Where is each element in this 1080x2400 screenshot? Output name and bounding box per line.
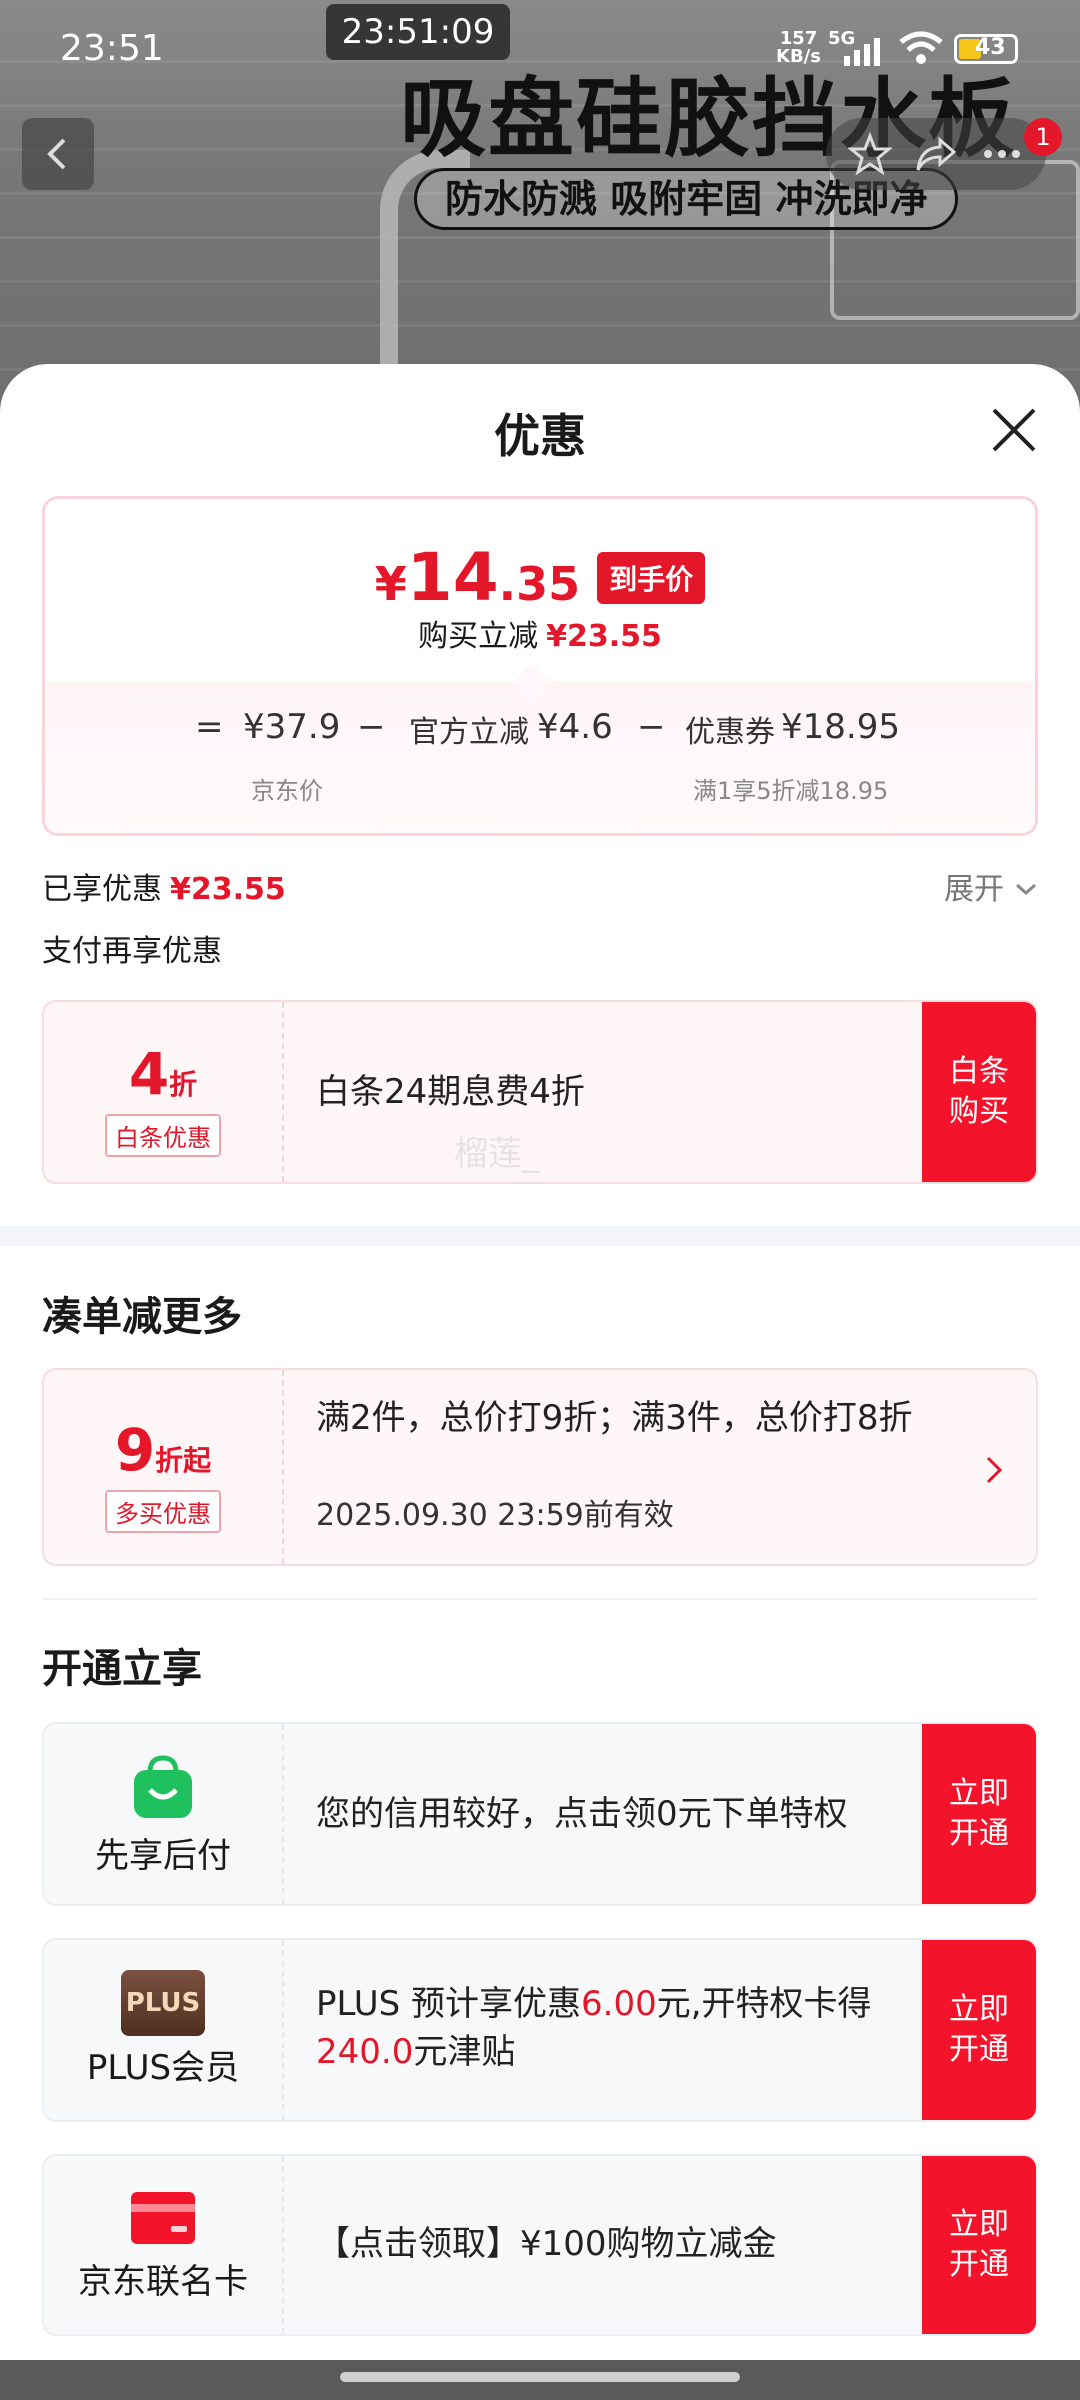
baitiao-discount-number: 4 [128,1040,170,1108]
pay-more-label: 支付再享优惠 [42,934,222,969]
bundle-discount: 9折起 [44,1416,282,1484]
pay-later-open-label: 立即开通 [949,1776,1009,1851]
battery-level: 43 [975,35,1006,60]
cobrand-desc: 【点击领取】¥100购物立减金 [316,2224,777,2264]
chevron-down-icon [1015,883,1036,896]
baitiao-desc: 白条24期息费4折 [316,1072,585,1112]
bundle-valid: 2025.09.30 23:59前有效 [316,1498,674,1533]
net-speed: 157 KB/s [776,30,821,66]
plus-desc-suffix: 元津贴 [413,2032,516,2072]
cobrand-open-label: 立即开通 [949,2207,1009,2282]
pay-later-label: 先享后付 [95,1836,231,1876]
plus-desc-highlight-2: 240.0 [316,2032,414,2072]
plus-icon: PLUS [121,1970,205,2036]
expand-button[interactable]: 展开 [944,864,1038,908]
home-indicator[interactable] [340,2372,740,2382]
coupon-note: 满1享5折减18.95 [693,777,889,805]
price-integer: 14 [406,539,499,616]
sheet-title: 优惠 [494,409,586,463]
shopping-bag-icon [134,1755,192,1818]
purchase-reduction: 购买立减 ¥23.55 [45,611,1035,655]
bundle-tag: 多买优惠 [105,1490,221,1533]
status-bar: 23:51 23:51:09 157 KB/s 5G 43 [0,0,1080,100]
pay-later-desc: 您的信用较好，点击领0元下单特权 [316,1794,848,1834]
credit-card-icon [131,2192,195,2244]
open-section-title: 开通立享 [42,1646,202,1692]
share-icon[interactable] [914,132,958,176]
star-icon[interactable] [848,132,892,176]
final-price: ¥14.35 [375,539,580,616]
plus-desc-highlight-1: 6.00 [581,1984,657,2024]
plus-desc: PLUS 预计享优惠6.00元,开特权卡得 240.0元津贴 [316,1980,916,2076]
official-reduction-label: 官方立减 [409,715,529,750]
baitiao-tag: 白条优惠 [105,1114,221,1157]
base-price-label: 京东价 [251,777,323,805]
expand-label: 展开 [944,872,1004,907]
reduction-value: ¥23.55 [546,619,662,654]
enjoyed-value: ¥23.55 [170,872,286,907]
minus-sign-1: − [357,707,386,747]
coupon-value: ¥18.95 [781,707,900,747]
bundle-desc: 满2件，总价打9折；满3件，总价打8折 [316,1398,913,1438]
equals-sign: = [195,707,224,747]
plus-desc-prefix: PLUS 预计享优惠 [316,1984,582,2024]
baitiao-card[interactable]: 4折 白条优惠 白条24期息费4折 白条购买 [42,1000,1038,1184]
close-icon[interactable] [988,404,1040,456]
cobrand-open-button[interactable]: 立即开通 [922,2156,1036,2334]
plus-open-label: 立即开通 [949,1992,1009,2067]
price-decimal: .35 [498,557,581,611]
currency-symbol: ¥ [374,557,407,611]
plus-open-button[interactable]: 立即开通 [922,1940,1036,2120]
reduction-label: 购买立减 [418,619,539,654]
top-action-group [826,118,1046,190]
more-icon[interactable] [980,132,1024,176]
final-price-tag: 到手价 [597,551,706,604]
price-breakdown-area [45,681,1035,833]
bundle-discount-unit: 折起 [155,1444,212,1477]
pay-later-card[interactable]: 先享后付 您的信用较好，点击领0元下单特权 立即开通 [42,1722,1038,1906]
official-reduction-value: ¥4.6 [537,707,613,747]
bundle-discount-number: 9 [114,1416,156,1484]
discount-sheet: 优惠 ¥14.35 到手价 购买立减 ¥23.55 = ¥37.9 京东价 − 官… [0,364,1080,2364]
back-button[interactable] [22,118,94,190]
bundle-badge: 9折起 多买优惠 [44,1370,284,1564]
section-divider-thin [42,1598,1038,1600]
status-time: 23:51 [60,28,164,69]
final-price-row: ¥14.35 到手价 [45,539,1035,616]
bundle-section-title: 凑单减更多 [42,1294,242,1340]
cobrand-label: 京东联名卡 [78,2262,248,2302]
baitiao-buy-label: 白条购买 [949,1054,1009,1129]
section-divider [0,1226,1080,1246]
cobrand-badge: 京东联名卡 [44,2156,284,2334]
baitiao-buy-button[interactable]: 白条购买 [922,1002,1036,1182]
enjoyed-label: 已享优惠 [42,872,162,907]
plus-label: PLUS会员 [86,2048,240,2088]
baitiao-badge: 4折 白条优惠 [44,1002,284,1182]
plus-badge: PLUS PLUS会员 [44,1940,284,2120]
minus-sign-2: − [637,707,666,747]
cobrand-card[interactable]: 京东联名卡 【点击领取】¥100购物立减金 立即开通 [42,2154,1038,2336]
enjoyed-discount: 已享优惠 ¥23.55 [42,864,286,908]
plus-card[interactable]: PLUS PLUS会员 PLUS 预计享优惠6.00元,开特权卡得 240.0元津… [42,1938,1038,2122]
baitiao-discount-unit: 折 [169,1068,198,1101]
watermark: 榴莲_ [454,1134,539,1174]
base-price: ¥37.9 [243,707,341,747]
signal-icon [844,38,880,66]
coupon-label: 优惠券 [685,715,775,750]
price-summary-box: ¥14.35 到手价 购买立减 ¥23.55 = ¥37.9 京东价 − 官方立减… [42,496,1038,836]
notification-badge: 1 [1024,118,1062,156]
pay-later-badge: 先享后付 [44,1724,284,1904]
chevron-left-icon [47,138,66,170]
net-speed-unit: KB/s [776,46,821,67]
floating-clock: 23:51:09 [326,4,510,60]
pay-later-open-button[interactable]: 立即开通 [922,1724,1036,1904]
baitiao-discount: 4折 [44,1040,282,1108]
wifi-icon [899,31,943,64]
chevron-right-icon [986,1456,1003,1484]
plus-desc-middle: 元,开特权卡得 [656,1984,872,2024]
bundle-card[interactable]: 9折起 多买优惠 满2件，总价打9折；满3件，总价打8折 2025.09.30 … [42,1368,1038,1566]
battery-icon: 43 [954,34,1018,64]
